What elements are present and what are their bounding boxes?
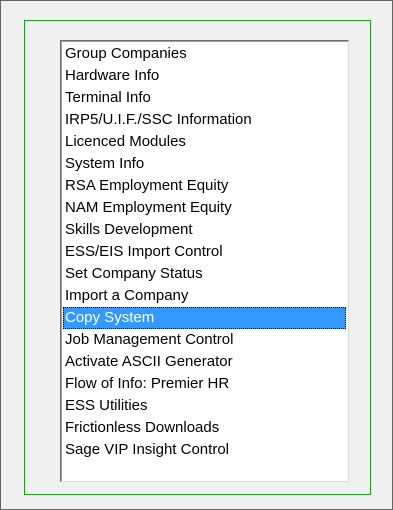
list-item-copy-system[interactable]: Copy System	[63, 307, 346, 329]
list-item-irp5-uif-ssc-information[interactable]: IRP5/U.I.F./SSC Information	[63, 109, 346, 131]
list-item-ess-utilities[interactable]: ESS Utilities	[63, 395, 346, 417]
list-item-skills-development[interactable]: Skills Development	[63, 219, 346, 241]
list-item-terminal-info[interactable]: Terminal Info	[63, 87, 346, 109]
list-item-ess-eis-import-control[interactable]: ESS/EIS Import Control	[63, 241, 346, 263]
list-item-set-company-status[interactable]: Set Company Status	[63, 263, 346, 285]
list-item-frictionless-downloads[interactable]: Frictionless Downloads	[63, 417, 346, 439]
list-item-hardware-info[interactable]: Hardware Info	[63, 65, 346, 87]
list-item-group-companies[interactable]: Group Companies	[63, 43, 346, 65]
list-item-import-a-company[interactable]: Import a Company	[63, 285, 346, 307]
options-listbox[interactable]: Group Companies Hardware Info Terminal I…	[60, 40, 349, 482]
list-item-system-info[interactable]: System Info	[63, 153, 346, 175]
list-item-rsa-employment-equity[interactable]: RSA Employment Equity	[63, 175, 346, 197]
list-item-licenced-modules[interactable]: Licenced Modules	[63, 131, 346, 153]
list-item-sage-vip-insight-control[interactable]: Sage VIP Insight Control	[63, 439, 346, 461]
list-item-activate-ascii-generator[interactable]: Activate ASCII Generator	[63, 351, 346, 373]
list-item-flow-of-info-premier-hr[interactable]: Flow of Info: Premier HR	[63, 373, 346, 395]
list-item-job-management-control[interactable]: Job Management Control	[63, 329, 346, 351]
list-item-nam-employment-equity[interactable]: NAM Employment Equity	[63, 197, 346, 219]
